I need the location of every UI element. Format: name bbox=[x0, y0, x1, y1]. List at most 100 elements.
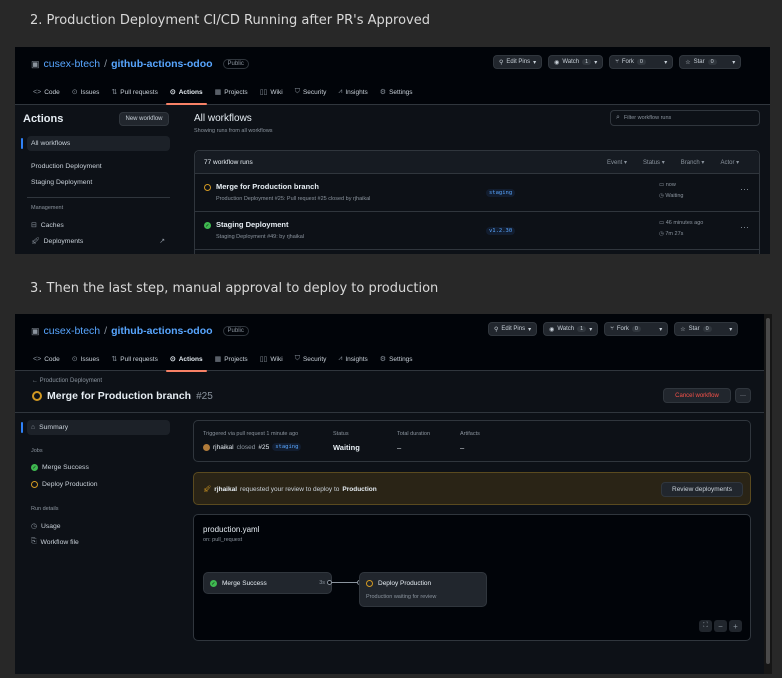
filter-event[interactable]: Event ▾ bbox=[607, 159, 627, 166]
graph-icon: ⩘ bbox=[338, 88, 343, 95]
tab-pull-requests[interactable]: ⇅ Pull requests bbox=[111, 350, 157, 368]
eye-icon: ◉ bbox=[549, 326, 555, 333]
sidebar-item-usage[interactable]: ◷ Usage bbox=[31, 522, 61, 531]
sidebar-item-all-workflows[interactable]: All workflows bbox=[31, 140, 70, 147]
pr-link[interactable]: #25 bbox=[258, 444, 269, 451]
tab-settings[interactable]: ⚙ Settings bbox=[380, 83, 413, 101]
job-node-deploy-production[interactable]: Deploy Production Production waiting for… bbox=[359, 572, 487, 607]
sidebar-item-workflow-file[interactable]: ⎘ Workflow file bbox=[31, 538, 79, 546]
tab-label: Security bbox=[302, 355, 327, 363]
workflow-run-row[interactable]: ✓ Staging Deployment Staging Deployment … bbox=[195, 212, 759, 250]
tab-label: Settings bbox=[389, 88, 413, 96]
run-number: #25 bbox=[196, 390, 213, 402]
user-link[interactable]: rjhaikal bbox=[213, 444, 234, 451]
fork-button[interactable]: ⑂ Fork 0 ▾ bbox=[609, 55, 674, 69]
filter-status[interactable]: Status ▾ bbox=[643, 159, 665, 166]
filter-runs-input[interactable]: ⌕ Filter workflow runs bbox=[610, 110, 760, 126]
edit-pins-button[interactable]: ⚲ Edit Pins ▾ bbox=[493, 55, 543, 69]
branch-badge[interactable]: staging bbox=[272, 443, 302, 451]
scrollbar-thumb[interactable] bbox=[766, 318, 770, 664]
tab-label: Code bbox=[44, 88, 60, 96]
star-icon: ☆ bbox=[680, 326, 686, 333]
tab-label: Wiki bbox=[270, 88, 283, 96]
repo-name-link[interactable]: github-actions-odoo bbox=[111, 58, 212, 70]
sidebar-item-staging-deployment[interactable]: Staging Deployment bbox=[31, 179, 92, 186]
tab-label: Pull requests bbox=[120, 88, 158, 96]
repo-owner-link[interactable]: cusex-btech bbox=[44, 325, 101, 337]
run-info-panel: Triggered via pull request 1 minute ago … bbox=[193, 420, 751, 462]
kebab-menu-icon[interactable]: ··· bbox=[740, 222, 749, 232]
tab-insights[interactable]: ⩘ Insights bbox=[338, 83, 367, 101]
tab-actions[interactable]: ⊙ Actions bbox=[165, 350, 207, 372]
tab-actions[interactable]: ⊙ Actions bbox=[165, 83, 207, 105]
star-button[interactable]: ☆ Star 0 ▾ bbox=[674, 322, 739, 336]
run-title[interactable]: Staging Deployment bbox=[216, 220, 289, 229]
run-time-text: 46 minutes ago bbox=[665, 220, 704, 226]
summary-label: Summary bbox=[39, 424, 69, 431]
sidebar-item-merge-success[interactable]: ✓ Merge Success bbox=[31, 464, 89, 471]
pull-request-icon: ⇅ bbox=[111, 89, 118, 96]
tab-code[interactable]: <> Code bbox=[33, 350, 60, 368]
repo-icon: ▣ bbox=[31, 58, 40, 69]
usage-label: Usage bbox=[40, 522, 61, 530]
review-deployments-button[interactable]: Review deployments bbox=[661, 482, 743, 497]
cancel-workflow-button[interactable]: Cancel workflow bbox=[663, 388, 731, 403]
sidebar-item-production-deployment[interactable]: Production Deployment bbox=[31, 163, 102, 170]
workflow-file-label: Workflow file bbox=[40, 538, 79, 546]
new-workflow-button[interactable]: New workflow bbox=[119, 112, 169, 126]
run-title[interactable]: Merge for Production branch bbox=[216, 182, 319, 191]
zoom-out-icon[interactable]: − bbox=[714, 620, 727, 632]
fullscreen-icon[interactable]: ⛶ bbox=[699, 620, 712, 632]
review-user[interactable]: rjhaikal bbox=[214, 486, 237, 493]
tab-security[interactable]: ⛉ Security bbox=[295, 350, 327, 368]
sidebar-item-deployments[interactable]: 🚀︎ Deployments ↗ bbox=[31, 237, 165, 246]
run-duration-text: 7m 27s bbox=[665, 231, 684, 237]
watch-label: Watch bbox=[557, 326, 575, 332]
tab-label: Insights bbox=[345, 88, 368, 96]
sidebar-item-summary[interactable]: ⌂ Summary bbox=[31, 424, 68, 431]
run-duration-text: Waiting bbox=[665, 193, 684, 199]
branch-badge[interactable]: v1.2.30 bbox=[486, 227, 516, 235]
breadcrumb[interactable]: ← Production Deployment bbox=[32, 378, 102, 384]
star-button[interactable]: ☆ Star 0 ▾ bbox=[679, 55, 742, 69]
scrollbar[interactable] bbox=[764, 314, 772, 674]
repo-name-link[interactable]: github-actions-odoo bbox=[111, 325, 212, 337]
watch-button[interactable]: ◉ Watch 1 ▾ bbox=[543, 322, 599, 336]
filter-actor[interactable]: Actor ▾ bbox=[720, 159, 739, 166]
chevron-down-icon: ▾ bbox=[659, 326, 663, 333]
eye-icon: ◉ bbox=[554, 59, 560, 66]
trigger-detail: rjhaikal closed #25 staging bbox=[203, 443, 302, 451]
tab-security[interactable]: ⛉ Security bbox=[295, 83, 327, 101]
fork-button[interactable]: ⑂ Fork 0 ▾ bbox=[604, 322, 669, 336]
kebab-menu-icon[interactable]: ··· bbox=[740, 184, 749, 194]
issue-icon: ⊙ bbox=[71, 356, 78, 363]
edit-pins-button[interactable]: ⚲ Edit Pins ▾ bbox=[488, 322, 538, 336]
sidebar-item-deploy-production[interactable]: Deploy Production bbox=[31, 481, 98, 488]
tab-code[interactable]: <> Code bbox=[33, 83, 60, 101]
tab-projects[interactable]: ▦ Projects bbox=[215, 350, 248, 368]
watch-button[interactable]: ◉ Watch 1 ▾ bbox=[548, 55, 604, 69]
workflow-run-row[interactable]: Merge for Production branch Production D… bbox=[195, 174, 759, 212]
tab-wiki[interactable]: ▯▯ Wiki bbox=[260, 350, 283, 368]
more-options-button[interactable]: ··· bbox=[735, 388, 751, 403]
chevron-down-icon: ▾ bbox=[589, 326, 593, 333]
watch-label: Watch bbox=[562, 59, 580, 65]
tab-pull-requests[interactable]: ⇅ Pull requests bbox=[111, 83, 157, 101]
gear-icon: ⚙ bbox=[379, 356, 387, 363]
closed-text: closed bbox=[236, 443, 256, 451]
branch-badge[interactable]: staging bbox=[486, 189, 516, 197]
tab-wiki[interactable]: ▯▯ Wiki bbox=[260, 83, 283, 101]
job-node-merge-success[interactable]: ✓ Merge Success 3s bbox=[203, 572, 332, 594]
status-value: Waiting bbox=[333, 443, 360, 452]
run-time: ▭ now bbox=[659, 182, 676, 188]
tab-settings[interactable]: ⚙ Settings bbox=[380, 350, 413, 368]
tab-insights[interactable]: ⩘ Insights bbox=[338, 350, 367, 368]
tab-issues[interactable]: ⊙ Issues bbox=[72, 350, 100, 368]
zoom-in-icon[interactable]: + bbox=[729, 620, 742, 632]
tab-projects[interactable]: ▦ Projects bbox=[215, 83, 248, 101]
filter-branch[interactable]: Branch ▾ bbox=[681, 159, 705, 166]
tab-issues[interactable]: ⊙ Issues bbox=[72, 83, 100, 101]
sidebar-item-caches[interactable]: ⊟ Caches bbox=[31, 221, 64, 230]
artifacts-label: Artifacts bbox=[460, 431, 480, 437]
repo-owner-link[interactable]: cusex-btech bbox=[44, 58, 101, 70]
